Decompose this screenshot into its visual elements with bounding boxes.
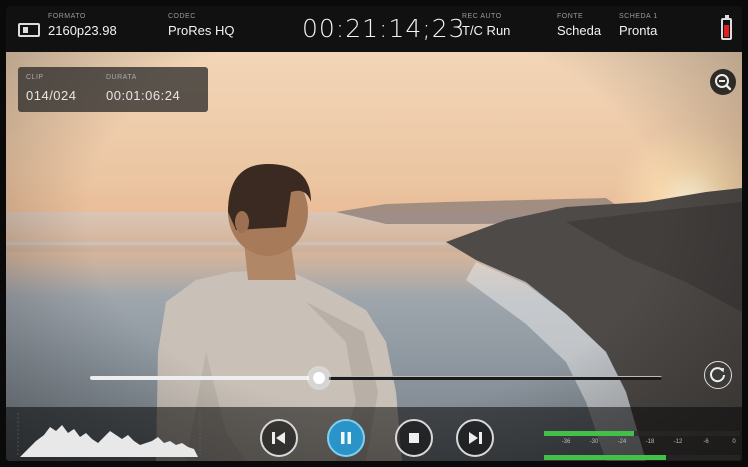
clip-label: CLIP [26,74,44,81]
format-field[interactable]: FORMATO 2160p23.98 [48,13,117,38]
codec-label: CODEC [168,13,196,20]
duration-label: DURATA [106,74,137,81]
duration-value: 00:01:06:24 [106,88,181,103]
stop-icon [409,433,419,443]
meter-scale-label: -36 [561,439,571,445]
audio-meters: -36 -30 -24 -18 -12 -6 0 [544,427,740,461]
rec-value: T/C Run [462,23,511,38]
battery-icon[interactable] [721,15,732,40]
previous-button[interactable] [260,419,298,457]
clip-info-panel: CLIP 014/024 DURATA 00:01:06:24 [18,67,208,112]
pause-icon [341,432,351,444]
monitor-screen: FORMATO 2160p23.98 CODEC ProRes HQ 00:21… [6,6,742,461]
zoom-icon [715,74,732,91]
next-icon [469,432,482,444]
transport-bar: -36 -30 -24 -18 -12 -6 0 [6,407,742,461]
scrub-handle[interactable] [308,368,329,388]
codec-value: ProRes HQ [168,23,235,38]
card-field[interactable]: SCHEDA 1 Pronta [619,13,658,38]
source-value: Scheda [557,23,602,38]
next-button[interactable] [456,419,494,457]
meter-scale-label: -12 [673,439,683,445]
scrub-bar[interactable] [90,368,662,388]
card-value: Pronta [619,23,658,38]
pause-button[interactable] [327,419,365,457]
video-frame[interactable] [6,52,742,461]
stop-button[interactable] [395,419,433,457]
format-value: 2160p23.98 [48,23,117,38]
meter-scale-label: 0 [732,439,736,445]
meter-scale-label: -30 [589,439,599,445]
meter-scale-label: -18 [645,439,655,445]
rec-label: REC AUTO [462,13,502,20]
meter-scale-label: -24 [617,439,627,445]
loop-icon [710,367,725,383]
zoom-button[interactable] [710,69,736,95]
source-field[interactable]: FONTE Scheda [557,13,601,38]
monitor-icon[interactable] [18,23,40,37]
meter-scale-label: -6 [703,439,709,445]
status-bar: FORMATO 2160p23.98 CODEC ProRes HQ 00:21… [6,6,742,52]
meter-ch2 [544,455,666,460]
previous-icon [272,432,285,444]
source-label: FONTE [557,13,584,20]
clip-value: 014/024 [26,88,77,103]
vignette [6,52,742,461]
scrub-progress [90,376,319,380]
histogram [17,413,201,457]
format-label: FORMATO [48,13,86,20]
rec-field[interactable]: REC AUTO T/C Run [462,13,510,38]
meter-ch1 [544,431,635,436]
loop-button[interactable] [704,361,732,389]
codec-field[interactable]: CODEC ProRes HQ [168,13,234,38]
timecode-display[interactable]: 00:21:14;23 [302,14,466,43]
card-label: SCHEDA 1 [619,13,658,20]
